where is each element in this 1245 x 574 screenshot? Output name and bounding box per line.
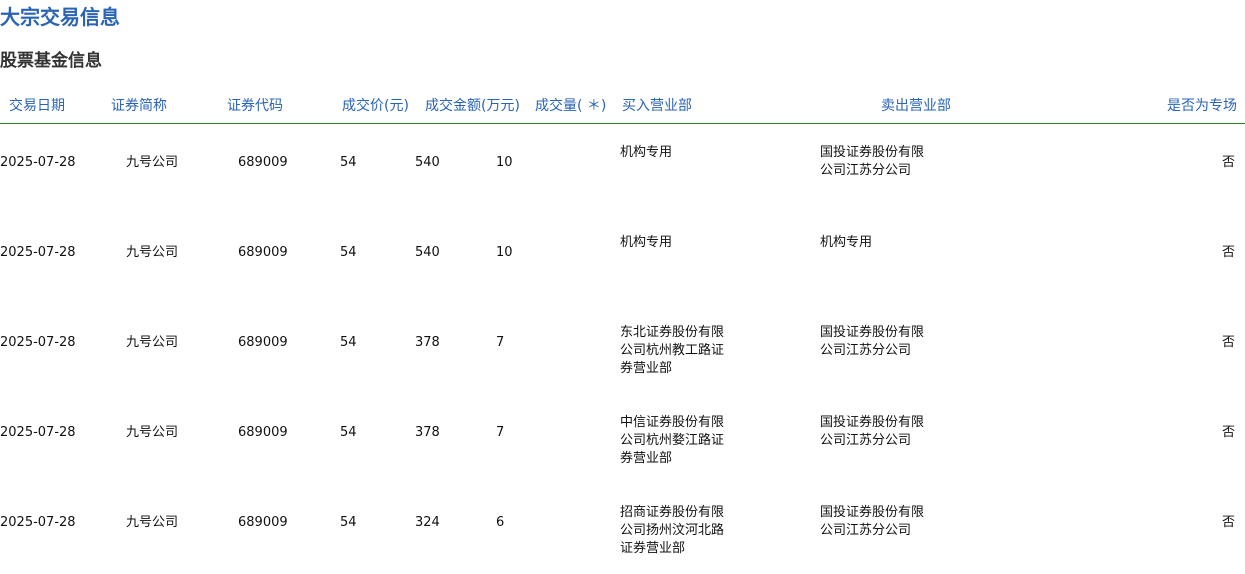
cell-seller: 国投证券股份有限公司江苏分公司 [820, 505, 925, 538]
cell-price: 54 [340, 425, 357, 440]
cell-buyer: 东北证券股份有限公司杭州教工路证券营业部 [620, 325, 725, 376]
column-header-price[interactable]: 成交价(元) [342, 96, 409, 116]
cell-amount: 540 [415, 245, 440, 260]
cell-price: 54 [340, 515, 357, 530]
column-header-special[interactable]: 是否为专场 [1167, 96, 1237, 116]
cell-date: 2025-07-28 [0, 155, 76, 170]
cell-date: 2025-07-28 [0, 425, 76, 440]
column-header-buyer[interactable]: 买入营业部 [622, 96, 692, 116]
cell-special: 否 [1221, 515, 1235, 530]
cell-date: 2025-07-28 [0, 515, 76, 530]
cell-code: 689009 [238, 425, 288, 440]
cell-volume: 10 [496, 245, 513, 260]
cell-special: 否 [1221, 155, 1235, 170]
cell-seller: 国投证券股份有限公司江苏分公司 [820, 415, 925, 448]
cell-name: 九号公司 [126, 425, 179, 440]
cell-volume: 6 [496, 515, 505, 530]
table-row: 2025-07-28 九号公司 689009 54 378 7 东北证券股份有限… [0, 304, 1245, 394]
table-header-row: 交易日期 证券简称 证券代码 成交价(元) 成交金额(万元) 成交量( ＊) 买… [0, 96, 1245, 124]
cell-amount: 324 [415, 515, 440, 530]
cell-code: 689009 [238, 155, 288, 170]
cell-special: 否 [1221, 425, 1235, 440]
table-row: 2025-07-28 九号公司 689009 54 378 7 中信证券股份有限… [0, 394, 1245, 484]
cell-special: 否 [1221, 245, 1235, 260]
cell-amount: 540 [415, 155, 440, 170]
table-row: 2025-07-28 九号公司 689009 54 540 10 机构专用 机构… [0, 214, 1245, 304]
cell-date: 2025-07-28 [0, 245, 76, 260]
cell-volume: 7 [496, 425, 505, 440]
section-title: 股票基金信息 [0, 51, 102, 71]
cell-name: 九号公司 [126, 335, 179, 350]
cell-price: 54 [340, 335, 357, 350]
cell-special: 否 [1221, 335, 1235, 350]
cell-buyer: 机构专用 [620, 235, 673, 250]
cell-amount: 378 [415, 335, 440, 350]
cell-code: 689009 [238, 335, 288, 350]
cell-seller: 国投证券股份有限公司江苏分公司 [820, 325, 925, 358]
cell-name: 九号公司 [126, 155, 179, 170]
cell-price: 54 [340, 245, 357, 260]
page-title: 大宗交易信息 [0, 5, 120, 29]
column-header-seller[interactable]: 卖出营业部 [881, 96, 951, 116]
cell-buyer: 招商证券股份有限公司扬州汶河北路证券营业部 [620, 505, 725, 556]
cell-seller: 国投证券股份有限公司江苏分公司 [820, 145, 925, 178]
cell-code: 689009 [238, 245, 288, 260]
column-header-code[interactable]: 证券代码 [227, 96, 283, 116]
cell-name: 九号公司 [126, 245, 179, 260]
cell-name: 九号公司 [126, 515, 179, 530]
column-header-name[interactable]: 证券简称 [111, 96, 167, 116]
table-row: 2025-07-28 九号公司 689009 54 540 10 机构专用 国投… [0, 124, 1245, 214]
cell-volume: 7 [496, 335, 505, 350]
cell-volume: 10 [496, 155, 513, 170]
cell-date: 2025-07-28 [0, 335, 76, 350]
cell-price: 54 [340, 155, 357, 170]
column-header-date[interactable]: 交易日期 [9, 96, 65, 116]
table-row: 2025-07-28 九号公司 689009 54 324 6 招商证券股份有限… [0, 484, 1245, 574]
cell-code: 689009 [238, 515, 288, 530]
cell-amount: 378 [415, 425, 440, 440]
cell-buyer: 机构专用 [620, 145, 673, 160]
cell-seller: 机构专用 [820, 235, 873, 250]
cell-buyer: 中信证券股份有限公司杭州婺江路证券营业部 [620, 415, 725, 466]
column-header-amount[interactable]: 成交金额(万元) [425, 96, 520, 116]
column-header-volume[interactable]: 成交量( ＊) [535, 96, 606, 116]
